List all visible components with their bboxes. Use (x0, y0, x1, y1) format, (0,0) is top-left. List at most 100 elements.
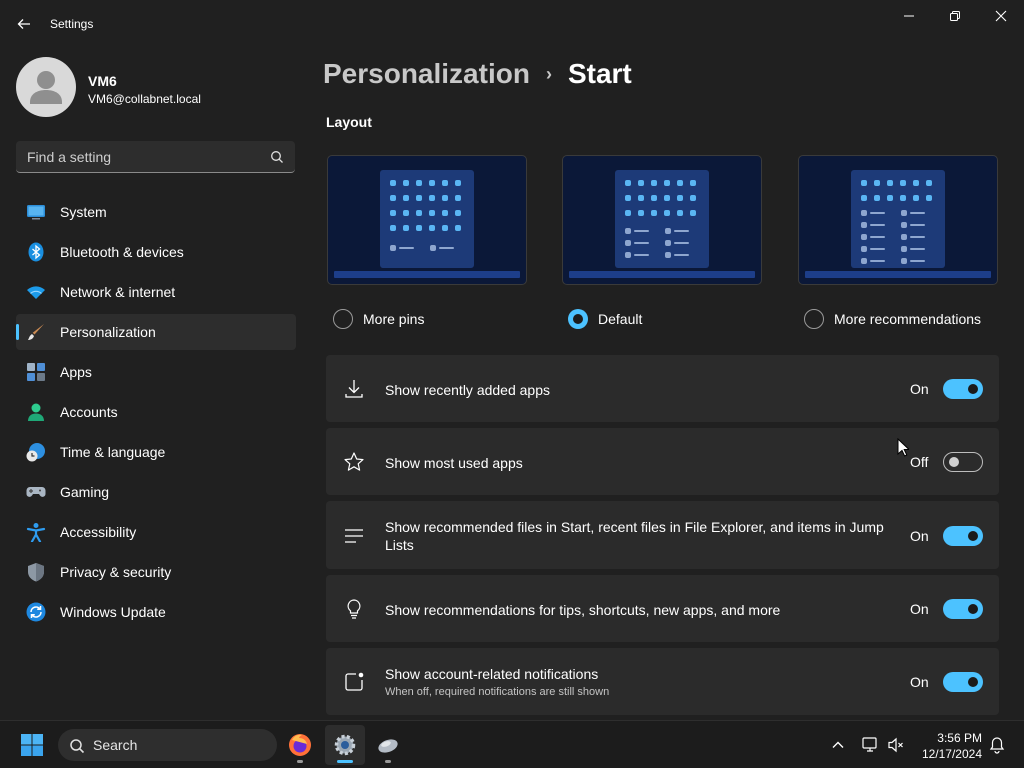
restore-icon (950, 11, 960, 21)
setting-label: Show most used apps (385, 455, 523, 471)
user-email: VM6@collabnet.local (88, 92, 201, 106)
minimize-button[interactable] (886, 4, 932, 28)
radio-circle[interactable] (333, 309, 353, 329)
start-menu-preview (615, 170, 709, 268)
avatar[interactable] (16, 57, 76, 117)
find-setting-box[interactable] (16, 141, 295, 173)
recommended-text (634, 254, 649, 256)
notifications-button[interactable] (985, 721, 1009, 768)
breadcrumb-separator: › (545, 63, 552, 84)
update-icon (26, 602, 46, 622)
lightbulb-icon (347, 599, 361, 619)
restore-button[interactable] (932, 4, 978, 28)
download-icon (345, 380, 363, 398)
taskbar-app-mouse[interactable] (368, 725, 408, 765)
setting-row-recommended-files[interactable]: Show recommended files in Start, recent … (326, 501, 999, 569)
toggle-tips-recommendations[interactable] (943, 599, 983, 619)
pin-tile (913, 195, 919, 201)
user-avatar-icon (30, 71, 62, 104)
pin-tile (429, 210, 435, 216)
pin-tile (390, 180, 396, 186)
pin-tile (651, 210, 657, 216)
bell-icon (989, 737, 1005, 754)
running-indicator (297, 760, 303, 763)
close-button[interactable] (978, 4, 1024, 28)
setting-row-tips-recommendations[interactable]: Show recommendations for tips, shortcuts… (326, 575, 999, 642)
accessibility-icon (26, 523, 46, 542)
find-setting-input[interactable] (16, 141, 261, 172)
breadcrumb-parent[interactable]: Personalization (323, 58, 530, 90)
taskbar-app-firefox[interactable] (280, 725, 320, 765)
radio-circle-checked[interactable] (568, 309, 588, 329)
recommended-text (870, 212, 885, 214)
recommended-text (870, 260, 885, 262)
layout-preview-default[interactable] (562, 155, 762, 285)
mouse-app-icon (378, 739, 398, 753)
recommended-text (910, 224, 925, 226)
setting-row-account-notifications[interactable]: Show account-related notifications When … (326, 648, 999, 715)
show-hidden-icons-button[interactable] (826, 721, 850, 768)
radio-default[interactable]: Default (568, 309, 642, 329)
title-bar: Settings (0, 0, 1024, 48)
active-indicator (337, 760, 353, 763)
pin-tile (455, 195, 461, 201)
toggle-recently-added[interactable] (943, 379, 983, 399)
taskbar-app-settings[interactable] (325, 725, 365, 765)
start-button[interactable] (12, 725, 52, 765)
search-icon (70, 739, 85, 754)
sidebar-item-apps[interactable]: Apps (16, 354, 296, 390)
sidebar-item-accessibility[interactable]: Accessibility (16, 514, 296, 550)
sidebar-item-windows-update[interactable]: Windows Update (16, 594, 296, 630)
breadcrumb: Personalization › Start (323, 58, 632, 90)
toggle-account-notifications[interactable] (943, 672, 983, 692)
pin-tile (442, 180, 448, 186)
pin-tile (861, 180, 867, 186)
pin-tile (677, 210, 683, 216)
recommended-tile (665, 228, 671, 234)
network-tray-button[interactable] (858, 721, 882, 768)
sidebar-item-accounts[interactable]: Accounts (16, 394, 296, 430)
clock[interactable]: 3:56 PM 12/17/2024 (910, 730, 982, 762)
pin-tile (887, 180, 893, 186)
recommended-text (634, 230, 649, 232)
search-icon (271, 151, 283, 163)
taskbar-search[interactable]: Search (58, 729, 277, 761)
setting-row-recently-added[interactable]: Show recently added apps On (326, 355, 999, 422)
toggle-most-used[interactable] (943, 452, 983, 472)
pin-tile (638, 195, 644, 201)
volume-muted-icon (888, 737, 903, 753)
recommended-tile (430, 245, 436, 251)
sidebar-item-bluetooth[interactable]: Bluetooth & devices (16, 234, 296, 270)
bluetooth-icon (28, 242, 44, 262)
pin-tile (926, 195, 932, 201)
recommended-tile (901, 234, 907, 240)
sidebar-item-privacy[interactable]: Privacy & security (16, 554, 296, 590)
sidebar-item-time-language[interactable]: Time & language (16, 434, 296, 470)
sidebar-item-label: Accounts (60, 404, 118, 420)
back-button[interactable] (12, 12, 36, 36)
firefox-icon (289, 734, 311, 756)
radio-circle[interactable] (804, 309, 824, 329)
radio-more-pins[interactable]: More pins (333, 309, 424, 329)
network-icon (862, 737, 877, 752)
sidebar-item-label: Accessibility (60, 524, 137, 540)
volume-tray-button[interactable] (884, 721, 908, 768)
recommended-text (674, 230, 689, 232)
sidebar-item-personalization[interactable]: Personalization (16, 314, 296, 350)
toggle-recommended-files[interactable] (943, 526, 983, 546)
recommended-text (910, 248, 925, 250)
sidebar-item-system[interactable]: System (16, 194, 296, 230)
recommended-tile (625, 228, 631, 234)
layout-preview-more-recommendations[interactable] (798, 155, 998, 285)
setting-text-block: Show account-related notifications When … (385, 665, 905, 700)
pin-tile (900, 180, 906, 186)
layout-preview-more-pins[interactable] (327, 155, 527, 285)
sidebar-item-network[interactable]: Network & internet (16, 274, 296, 310)
recommended-text (439, 247, 454, 249)
pin-tile (442, 195, 448, 201)
settings-gear-icon (334, 734, 356, 756)
sidebar-item-label: Bluetooth & devices (60, 244, 184, 260)
star-icon (344, 452, 364, 471)
sidebar-item-gaming[interactable]: Gaming (16, 474, 296, 510)
radio-more-recommendations[interactable]: More recommendations (804, 309, 981, 329)
